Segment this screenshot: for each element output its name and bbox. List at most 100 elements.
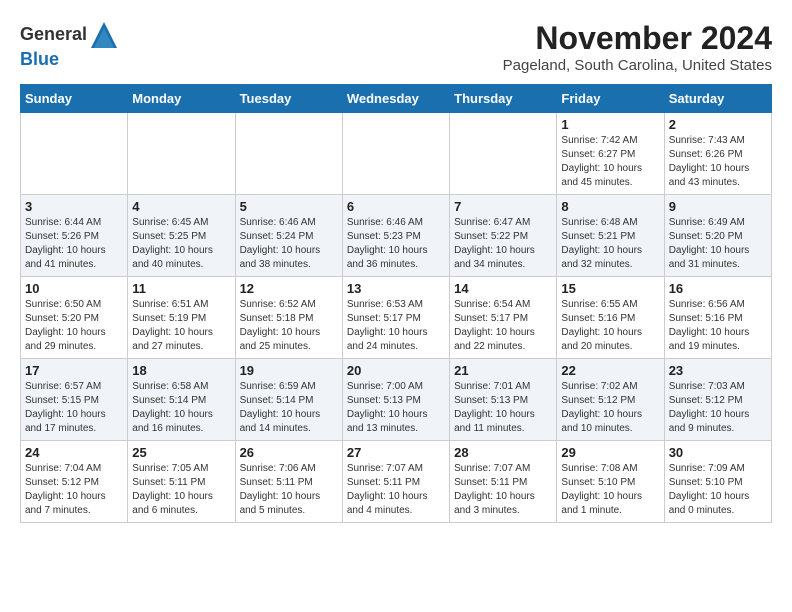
- day-info: Sunrise: 6:48 AM Sunset: 5:21 PM Dayligh…: [561, 216, 659, 272]
- calendar-cell: 24 Sunrise: 7:04 AM Sunset: 5:12 PM Dayli…: [21, 441, 128, 523]
- calendar-cell: 9Sunrise: 6:49 AM Sunset: 5:20 PM Daylig…: [664, 195, 771, 277]
- calendar-cell: 8 Sunrise: 6:48 AM Sunset: 5:21 PM Daylig…: [557, 195, 664, 277]
- calendar-table: SundayMondayTuesdayWednesdayThursdayFrid…: [20, 84, 772, 523]
- calendar-cell: 19 Sunrise: 6:59 AM Sunset: 5:14 PM Dayli…: [235, 359, 342, 441]
- day-number: 4: [132, 199, 230, 214]
- calendar-cell: 10 Sunrise: 6:50 AM Sunset: 5:20 PM Dayli…: [21, 277, 128, 359]
- day-number: 21: [454, 363, 552, 378]
- page-header: General Blue November 2024 Pageland, Sou…: [20, 20, 772, 74]
- calendar-cell: 23 Sunrise: 7:03 AM Sunset: 5:12 PM Dayli…: [664, 359, 771, 441]
- calendar-cell: 20 Sunrise: 7:00 AM Sunset: 5:13 PM Dayli…: [342, 359, 449, 441]
- day-info: Sunrise: 7:01 AM Sunset: 5:13 PM Dayligh…: [454, 380, 552, 436]
- calendar-week-2: 3Sunrise: 6:44 AM Sunset: 5:26 PM Daylig…: [21, 195, 772, 277]
- day-info: Sunrise: 6:46 AM Sunset: 5:23 PM Dayligh…: [347, 216, 445, 272]
- day-number: 23: [669, 363, 767, 378]
- calendar-cell: 25 Sunrise: 7:05 AM Sunset: 5:11 PM Dayli…: [128, 441, 235, 523]
- day-number: 20: [347, 363, 445, 378]
- calendar-cell: 11 Sunrise: 6:51 AM Sunset: 5:19 PM Dayli…: [128, 277, 235, 359]
- logo: General Blue: [20, 20, 119, 70]
- day-info: Sunrise: 6:53 AM Sunset: 5:17 PM Dayligh…: [347, 298, 445, 354]
- day-info: Sunrise: 6:56 AM Sunset: 5:16 PM Dayligh…: [669, 298, 767, 354]
- calendar-cell: 17 Sunrise: 6:57 AM Sunset: 5:15 PM Dayli…: [21, 359, 128, 441]
- calendar-cell: 5Sunrise: 6:46 AM Sunset: 5:24 PM Daylig…: [235, 195, 342, 277]
- weekday-header-saturday: Saturday: [664, 85, 771, 113]
- day-number: 18: [132, 363, 230, 378]
- calendar-week-3: 10 Sunrise: 6:50 AM Sunset: 5:20 PM Dayli…: [21, 277, 772, 359]
- day-number: 8: [561, 199, 659, 214]
- day-info: Sunrise: 7:42 AM Sunset: 6:27 PM Dayligh…: [561, 134, 659, 190]
- day-info: Sunrise: 6:54 AM Sunset: 5:17 PM Dayligh…: [454, 298, 552, 354]
- day-info: Sunrise: 6:55 AM Sunset: 5:16 PM Dayligh…: [561, 298, 659, 354]
- calendar-week-4: 17 Sunrise: 6:57 AM Sunset: 5:15 PM Dayli…: [21, 359, 772, 441]
- day-info: Sunrise: 6:50 AM Sunset: 5:20 PM Dayligh…: [25, 298, 123, 354]
- calendar-cell: [128, 113, 235, 195]
- calendar-cell: 21 Sunrise: 7:01 AM Sunset: 5:13 PM Dayli…: [450, 359, 557, 441]
- calendar-cell: 18 Sunrise: 6:58 AM Sunset: 5:14 PM Dayli…: [128, 359, 235, 441]
- logo-general: General: [20, 24, 87, 44]
- day-number: 7: [454, 199, 552, 214]
- day-info: Sunrise: 6:44 AM Sunset: 5:26 PM Dayligh…: [25, 216, 123, 272]
- logo-icon: [89, 20, 119, 50]
- day-info: Sunrise: 6:58 AM Sunset: 5:14 PM Dayligh…: [132, 380, 230, 436]
- calendar-cell: 30 Sunrise: 7:09 AM Sunset: 5:10 PM Dayli…: [664, 441, 771, 523]
- day-info: Sunrise: 6:49 AM Sunset: 5:20 PM Dayligh…: [669, 216, 767, 272]
- day-number: 16: [669, 281, 767, 296]
- calendar-cell: 6 Sunrise: 6:46 AM Sunset: 5:23 PM Daylig…: [342, 195, 449, 277]
- day-number: 1: [561, 117, 659, 132]
- day-number: 28: [454, 445, 552, 460]
- calendar-cell: 16 Sunrise: 6:56 AM Sunset: 5:16 PM Dayli…: [664, 277, 771, 359]
- day-info: Sunrise: 7:00 AM Sunset: 5:13 PM Dayligh…: [347, 380, 445, 436]
- day-number: 6: [347, 199, 445, 214]
- calendar-cell: 26 Sunrise: 7:06 AM Sunset: 5:11 PM Dayli…: [235, 441, 342, 523]
- calendar-cell: 12Sunrise: 6:52 AM Sunset: 5:18 PM Dayli…: [235, 277, 342, 359]
- day-number: 12: [240, 281, 338, 296]
- day-number: 26: [240, 445, 338, 460]
- day-number: 2: [669, 117, 767, 132]
- day-info: Sunrise: 7:08 AM Sunset: 5:10 PM Dayligh…: [561, 462, 659, 518]
- day-info: Sunrise: 7:09 AM Sunset: 5:10 PM Dayligh…: [669, 462, 767, 518]
- calendar-cell: 14 Sunrise: 6:54 AM Sunset: 5:17 PM Dayli…: [450, 277, 557, 359]
- day-number: 22: [561, 363, 659, 378]
- day-info: Sunrise: 7:03 AM Sunset: 5:12 PM Dayligh…: [669, 380, 767, 436]
- day-number: 27: [347, 445, 445, 460]
- calendar-cell: [235, 113, 342, 195]
- calendar-week-1: 1 Sunrise: 7:42 AM Sunset: 6:27 PM Daylig…: [21, 113, 772, 195]
- weekday-header-monday: Monday: [128, 85, 235, 113]
- day-info: Sunrise: 7:07 AM Sunset: 5:11 PM Dayligh…: [347, 462, 445, 518]
- calendar-cell: 29 Sunrise: 7:08 AM Sunset: 5:10 PM Dayli…: [557, 441, 664, 523]
- day-number: 14: [454, 281, 552, 296]
- day-info: Sunrise: 7:07 AM Sunset: 5:11 PM Dayligh…: [454, 462, 552, 518]
- calendar-cell: [21, 113, 128, 195]
- subtitle: Pageland, South Carolina, United States: [503, 57, 772, 74]
- day-number: 15: [561, 281, 659, 296]
- day-number: 25: [132, 445, 230, 460]
- day-number: 5: [240, 199, 338, 214]
- day-info: Sunrise: 6:45 AM Sunset: 5:25 PM Dayligh…: [132, 216, 230, 272]
- day-number: 19: [240, 363, 338, 378]
- day-info: Sunrise: 6:51 AM Sunset: 5:19 PM Dayligh…: [132, 298, 230, 354]
- day-number: 17: [25, 363, 123, 378]
- day-number: 11: [132, 281, 230, 296]
- day-info: Sunrise: 7:04 AM Sunset: 5:12 PM Dayligh…: [25, 462, 123, 518]
- calendar-cell: 1 Sunrise: 7:42 AM Sunset: 6:27 PM Daylig…: [557, 113, 664, 195]
- weekday-header-row: SundayMondayTuesdayWednesdayThursdayFrid…: [21, 85, 772, 113]
- weekday-header-tuesday: Tuesday: [235, 85, 342, 113]
- day-number: 10: [25, 281, 123, 296]
- calendar-cell: 2Sunrise: 7:43 AM Sunset: 6:26 PM Daylig…: [664, 113, 771, 195]
- weekday-header-wednesday: Wednesday: [342, 85, 449, 113]
- day-info: Sunrise: 7:06 AM Sunset: 5:11 PM Dayligh…: [240, 462, 338, 518]
- calendar-cell: 15 Sunrise: 6:55 AM Sunset: 5:16 PM Dayli…: [557, 277, 664, 359]
- day-info: Sunrise: 7:05 AM Sunset: 5:11 PM Dayligh…: [132, 462, 230, 518]
- day-info: Sunrise: 7:02 AM Sunset: 5:12 PM Dayligh…: [561, 380, 659, 436]
- day-number: 24: [25, 445, 123, 460]
- logo-blue: Blue: [20, 49, 59, 69]
- logo-text: General Blue: [20, 20, 119, 70]
- day-number: 29: [561, 445, 659, 460]
- day-number: 30: [669, 445, 767, 460]
- calendar-cell: 28 Sunrise: 7:07 AM Sunset: 5:11 PM Dayli…: [450, 441, 557, 523]
- day-info: Sunrise: 6:57 AM Sunset: 5:15 PM Dayligh…: [25, 380, 123, 436]
- calendar-cell: 13Sunrise: 6:53 AM Sunset: 5:17 PM Dayli…: [342, 277, 449, 359]
- day-info: Sunrise: 6:47 AM Sunset: 5:22 PM Dayligh…: [454, 216, 552, 272]
- day-info: Sunrise: 6:59 AM Sunset: 5:14 PM Dayligh…: [240, 380, 338, 436]
- calendar-cell: 22 Sunrise: 7:02 AM Sunset: 5:12 PM Dayli…: [557, 359, 664, 441]
